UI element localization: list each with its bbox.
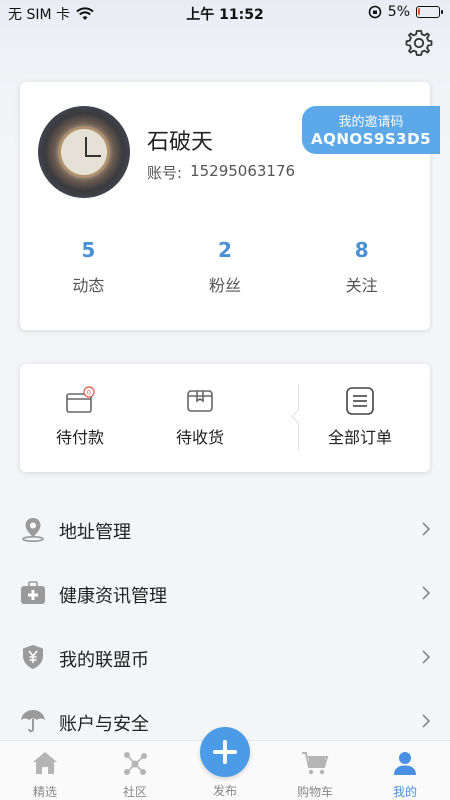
account-label: 账号: <box>147 164 183 182</box>
status-bar: 无 SIM 卡 上午 11:52 5% <box>0 0 450 26</box>
invite-code-badge[interactable]: 我的邀请码 AQNOS9S3D5 <box>302 106 440 154</box>
stat-posts[interactable]: 5 动态 <box>20 238 157 296</box>
account-number: 15295063176 <box>190 162 296 180</box>
wallet-card-icon: 0 <box>66 386 95 413</box>
home-icon <box>33 752 57 774</box>
chevron-right-icon <box>422 650 431 664</box>
pending-receipt-button[interactable]: 待收货 <box>150 386 250 448</box>
community-network-icon <box>124 752 147 775</box>
stat-fans-label: 粉丝 <box>209 276 242 295</box>
stat-posts-label: 动态 <box>72 276 105 295</box>
yuan-shield-icon <box>23 645 43 669</box>
nav-community[interactable]: 社区 <box>105 749 165 800</box>
nav-cart-label: 购物车 <box>296 785 333 799</box>
stat-fans[interactable]: 2 粉丝 <box>157 238 294 296</box>
all-orders-button[interactable]: 全部订单 <box>310 386 410 448</box>
chevron-right-icon <box>422 714 431 728</box>
chevron-right-icon <box>422 586 431 600</box>
location-pin-icon <box>22 518 44 542</box>
menu-item-health-info[interactable]: 健康资讯管理 <box>0 562 450 626</box>
settings-menu: 地址管理 健康资讯管理 我的联盟币 账户与安全 <box>0 498 450 754</box>
pending-receipt-label: 待收货 <box>175 428 224 447</box>
nav-mine[interactable]: 我的 <box>375 749 435 800</box>
shopping-cart-icon <box>302 752 329 775</box>
nav-publish-label: 发布 <box>212 784 237 798</box>
list-document-icon <box>346 387 374 415</box>
stat-following-label: 关注 <box>345 276 378 295</box>
medical-kit-icon <box>21 581 45 604</box>
battery-icon <box>416 6 443 18</box>
invite-code-value: AQNOS9S3D5 <box>310 130 432 148</box>
stat-posts-value: 5 <box>81 238 96 262</box>
stat-fans-value: 2 <box>218 238 232 262</box>
nav-community-label: 社区 <box>122 785 147 799</box>
package-box-icon <box>187 390 213 412</box>
order-divider <box>298 384 299 450</box>
nav-mine-label: 我的 <box>392 785 417 799</box>
profile-card: 石破天 账号: 15295063176 我的邀请码 AQNOS9S3D5 5 动… <box>20 82 440 330</box>
nav-home[interactable]: 精选 <box>15 749 75 800</box>
nav-cart[interactable]: 购物车 <box>285 749 345 800</box>
battery-percent: 5% <box>387 4 410 20</box>
orientation-lock-icon <box>368 5 382 19</box>
menu-label-address: 地址管理 <box>59 522 131 543</box>
chevron-right-icon <box>422 522 431 536</box>
menu-item-alliance-coin[interactable]: 我的联盟币 <box>0 626 450 690</box>
menu-label-alliance-coin: 我的联盟币 <box>59 650 149 671</box>
user-profile-icon <box>394 752 416 775</box>
invite-code-label: 我的邀请码 <box>338 115 404 130</box>
pending-payment-label: 待付款 <box>55 428 104 447</box>
menu-label-health-info: 健康资讯管理 <box>59 586 167 607</box>
menu-label-account-security: 账户与安全 <box>59 714 149 735</box>
username: 石破天 <box>147 130 214 155</box>
avatar[interactable] <box>38 106 130 198</box>
stat-following-value: 8 <box>354 238 369 262</box>
nav-home-label: 精选 <box>32 785 57 799</box>
gear-icon[interactable] <box>404 28 434 58</box>
menu-item-address[interactable]: 地址管理 <box>0 498 450 562</box>
order-card: 0 待付款 待收货 全部订单 <box>20 364 430 472</box>
stats-row: 5 动态 2 粉丝 8 关注 <box>20 238 430 296</box>
account-row: 账号: 15295063176 <box>147 162 295 183</box>
umbrella-icon <box>21 710 45 733</box>
publish-plus-button[interactable] <box>200 727 250 777</box>
stat-following[interactable]: 8 关注 <box>293 238 430 296</box>
pending-payment-badge: 0 <box>87 388 91 396</box>
pending-payment-button[interactable]: 0 待付款 <box>30 386 130 448</box>
all-orders-label: 全部订单 <box>327 428 392 447</box>
